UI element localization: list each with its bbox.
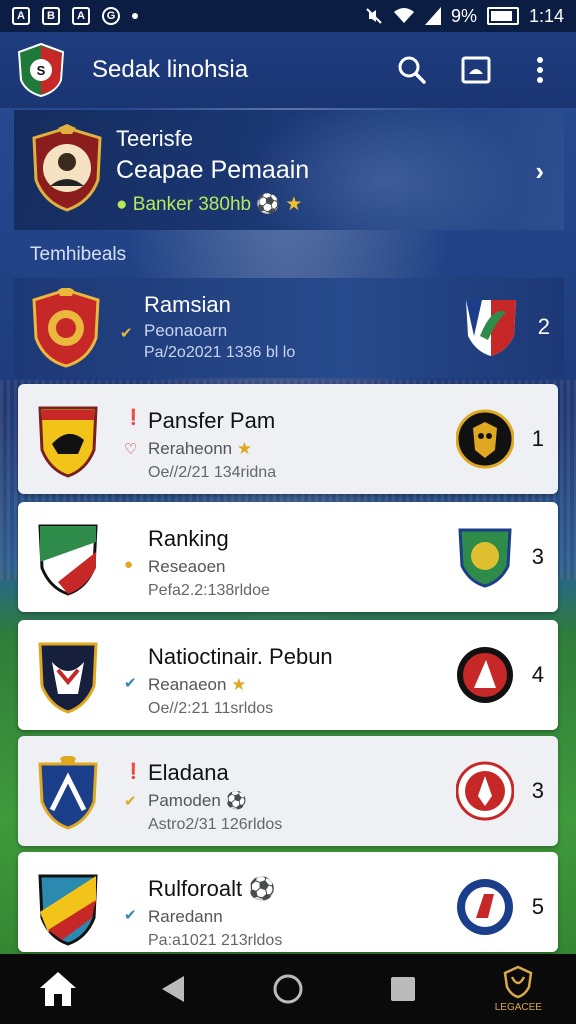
item-date: Oe//2/21 134ridna (148, 464, 277, 481)
wifi-icon (393, 8, 414, 23)
signal-icon (424, 7, 441, 25)
item-count: 2 (537, 314, 550, 339)
player-avatar-badge (32, 124, 102, 212)
star-icon: ★ (285, 194, 303, 215)
brand-icon[interactable]: LEGACEE (493, 964, 543, 1014)
opponent-crest-icon (466, 300, 516, 356)
item-count: 3 (531, 778, 544, 803)
check-circle-icon: ✔ (124, 907, 137, 924)
app-b-icon: B (42, 7, 60, 25)
more-vert-icon[interactable] (520, 50, 560, 90)
recents-icon[interactable] (378, 964, 428, 1014)
featured-title: Ceapae Pemaain (116, 156, 310, 184)
featured-stat: ● Banker 380hb ⚽ ★ (116, 194, 303, 215)
list-item[interactable]: ❗ Eladana ✔ Pamoden ⚽ Astro2/31 126rldos… (18, 736, 558, 846)
team-crest-icon (38, 406, 98, 478)
dot-icon (132, 13, 138, 19)
item-subtitle: Raredann (148, 907, 223, 926)
clock: 1:14 (528, 5, 564, 26)
chevron-right-icon[interactable]: › (535, 156, 544, 187)
featured-banner[interactable]: Teerisfe Ceapae Pemaain ● Banker 380hb ⚽… (14, 110, 564, 230)
list-item[interactable]: Ranking ● Reseaoen Pefa2.2:138rldoe 3 (18, 502, 558, 612)
status-bar: A B A G 9% 1:14 (0, 0, 576, 32)
shield-check-icon: ✔ (124, 793, 137, 810)
app-d-icon: G (102, 7, 120, 25)
item-title: Rulforoalt ⚽ (148, 876, 276, 901)
item-date: Oe//2:21 11srldos (148, 700, 274, 717)
item-date: Pa/2o2021 1336 bl lo (144, 344, 296, 361)
app-logo-icon[interactable]: S (16, 42, 66, 98)
opponent-crest-icon (456, 761, 514, 821)
team-crest-icon (38, 756, 98, 830)
team-crest-icon (38, 874, 98, 946)
team-crest-icon (32, 288, 100, 368)
brand-label: LEGACEE (494, 1002, 542, 1013)
app-a-icon: A (12, 7, 30, 25)
battery-percent: 9% (450, 5, 477, 26)
home-circle-icon[interactable] (263, 964, 313, 1014)
item-title: Natioctinair. Pebun (148, 644, 333, 669)
featured-line-1: Teerisfe (116, 126, 194, 151)
item-subtitle: Pamoden ⚽ (148, 791, 247, 810)
item-subtitle: Reseaoen (148, 557, 226, 576)
item-date: Astro2/31 126rldos (148, 816, 283, 833)
screen-icon[interactable] (456, 50, 496, 90)
home-icon[interactable] (33, 964, 83, 1014)
coin-icon: ● (124, 556, 134, 573)
item-title: Eladana (148, 760, 229, 785)
team-crest-icon (38, 642, 98, 714)
item-date: Pa:a1021 213rldos (148, 932, 283, 949)
item-title: Pansfer Pam (148, 408, 276, 433)
mute-icon (366, 8, 382, 24)
item-subtitle: Reanaeon ★ (148, 675, 247, 694)
item-count: 3 (531, 544, 544, 569)
opponent-crest-icon (456, 409, 514, 469)
alert-icon: ❗ (124, 409, 143, 426)
battery-icon (486, 7, 519, 25)
alert-icon: ❗ (124, 763, 143, 780)
heart-icon: ♡ (124, 441, 138, 458)
check-circle-icon: ✔ (124, 675, 137, 692)
team-crest-icon (38, 524, 98, 596)
check-badge-icon: ✔ (120, 325, 133, 342)
item-title: Ranking (148, 526, 229, 551)
item-count: 5 (531, 894, 544, 919)
back-icon[interactable] (148, 964, 198, 1014)
opponent-crest-icon (457, 879, 513, 935)
item-subtitle: Peonaoarn (144, 321, 228, 340)
list-item[interactable]: Natioctinair. Pebun ✔ Reanaeon ★ Oe//2:2… (18, 620, 558, 730)
item-count: 1 (531, 426, 544, 451)
ball-icon: ⚽ (256, 194, 281, 215)
app-title: Sedak linohsia (92, 56, 249, 83)
list-item[interactable]: ❗ Pansfer Pam ♡ Reraheonn ★ Oe//2/21 134… (18, 384, 558, 494)
app-c-icon: A (72, 7, 90, 25)
search-icon[interactable] (392, 50, 432, 90)
list-item[interactable]: Rulforoalt ⚽ ✔ Raredann Pa:a1021 213rldo… (18, 852, 558, 952)
opponent-crest-icon (458, 528, 512, 588)
navigation-bar: LEGACEE (0, 954, 576, 1024)
svg-text:S: S (37, 63, 46, 78)
opponent-crest-icon (457, 647, 513, 703)
item-date: Pefa2.2:138rldoe (148, 582, 270, 599)
item-subtitle: Reraheonn ★ (148, 439, 253, 458)
app-bar: S Sedak linohsia (0, 32, 576, 108)
item-title: Ramsian (144, 292, 231, 317)
section-title: Temhibeals (30, 244, 127, 265)
coin-icon: ● (116, 194, 128, 215)
list-item[interactable]: Ramsian ✔ Peonaoarn Pa/2o2021 1336 bl lo… (14, 278, 564, 378)
item-count: 4 (531, 662, 544, 687)
